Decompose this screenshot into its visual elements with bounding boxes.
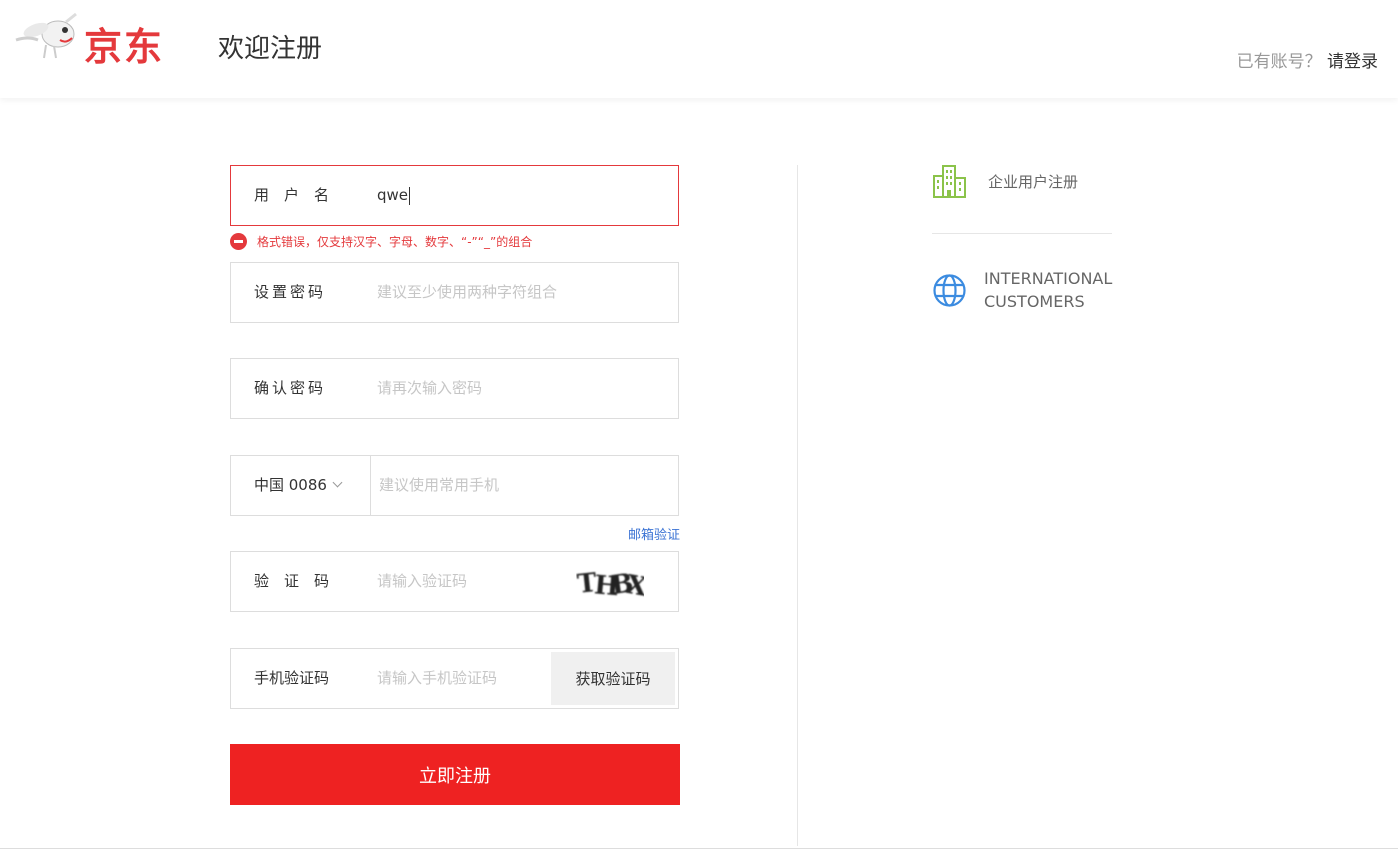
username-label: 用 户 名 — [254, 186, 330, 204]
sms-code-field[interactable]: 手机验证码 请输入手机验证码 获取验证码 — [230, 648, 679, 709]
captcha-input[interactable]: 请输入验证码 — [377, 552, 467, 611]
username-field[interactable]: 用 户 名 qwe — [230, 165, 679, 226]
confirm-password-label: 确认密码 — [254, 379, 327, 397]
international-text: INTERNATIONAL CUSTOMERS — [984, 267, 1112, 313]
login-question: 已有账号？ — [1236, 52, 1322, 72]
error-minus-icon — [230, 233, 247, 250]
sms-code-input[interactable]: 请输入手机验证码 — [377, 649, 497, 708]
logo-text: 京东 — [84, 25, 165, 69]
login-hint: 已有账号？ 请登录 — [1237, 47, 1378, 72]
confirm-password-input[interactable]: 请再次输入密码 — [377, 359, 482, 418]
captcha-image[interactable]: T H B X — [576, 560, 644, 604]
text-caret — [409, 186, 411, 205]
country-code-value: 中国 0086 — [254, 476, 327, 494]
jd-logo[interactable]: 京东 — [14, 10, 179, 69]
password-input[interactable]: 建议至少使用两种字符组合 — [377, 263, 557, 322]
username-input[interactable]: qwe — [377, 166, 411, 225]
international-line-1: INTERNATIONAL — [984, 269, 1113, 288]
register-submit-button[interactable]: 立即注册 — [230, 744, 680, 805]
login-link[interactable]: 请登录 — [1327, 52, 1378, 72]
header: 京东 欢迎注册 已有账号？ 请登录 — [0, 0, 1398, 98]
phone-field: 中国 0086 建议使用常用手机 — [230, 455, 679, 516]
password-field[interactable]: 设置密码 建议至少使用两种字符组合 — [230, 262, 679, 323]
enterprise-register-label: 企业用户注册 — [988, 173, 1079, 191]
enterprise-register-link[interactable]: 企业用户注册 — [932, 164, 1078, 199]
username-error: 格式错误，仅支持汉字、字母、数字、“-”“_”的组合 — [230, 233, 532, 250]
globe-icon — [933, 273, 966, 307]
building-icon — [933, 165, 966, 198]
sms-code-label: 手机验证码 — [254, 669, 330, 687]
vertical-divider — [797, 165, 798, 846]
get-sms-code-button[interactable]: 获取验证码 — [551, 652, 675, 705]
username-value: qwe — [377, 186, 409, 204]
captcha-field[interactable]: 验 证 码 请输入验证码 T H B X — [230, 551, 679, 612]
footer-divider — [0, 848, 1398, 849]
password-label: 设置密码 — [254, 283, 327, 301]
international-line-2: CUSTOMERS — [984, 292, 1085, 311]
phone-input[interactable]: 建议使用常用手机 — [379, 456, 499, 515]
confirm-password-field[interactable]: 确认密码 请再次输入密码 — [230, 358, 679, 419]
chevron-down-icon — [332, 477, 343, 488]
captcha-label: 验 证 码 — [254, 572, 330, 590]
international-customers-link[interactable]: INTERNATIONAL CUSTOMERS — [932, 267, 1112, 313]
side-divider — [932, 233, 1112, 234]
error-message: 格式错误，仅支持汉字、字母、数字、“-”“_”的组合 — [257, 235, 533, 249]
email-verify-link[interactable]: 邮箱验证 — [628, 524, 680, 543]
country-code-select[interactable]: 中国 0086 — [231, 456, 371, 515]
page-title: 欢迎注册 — [218, 34, 323, 64]
